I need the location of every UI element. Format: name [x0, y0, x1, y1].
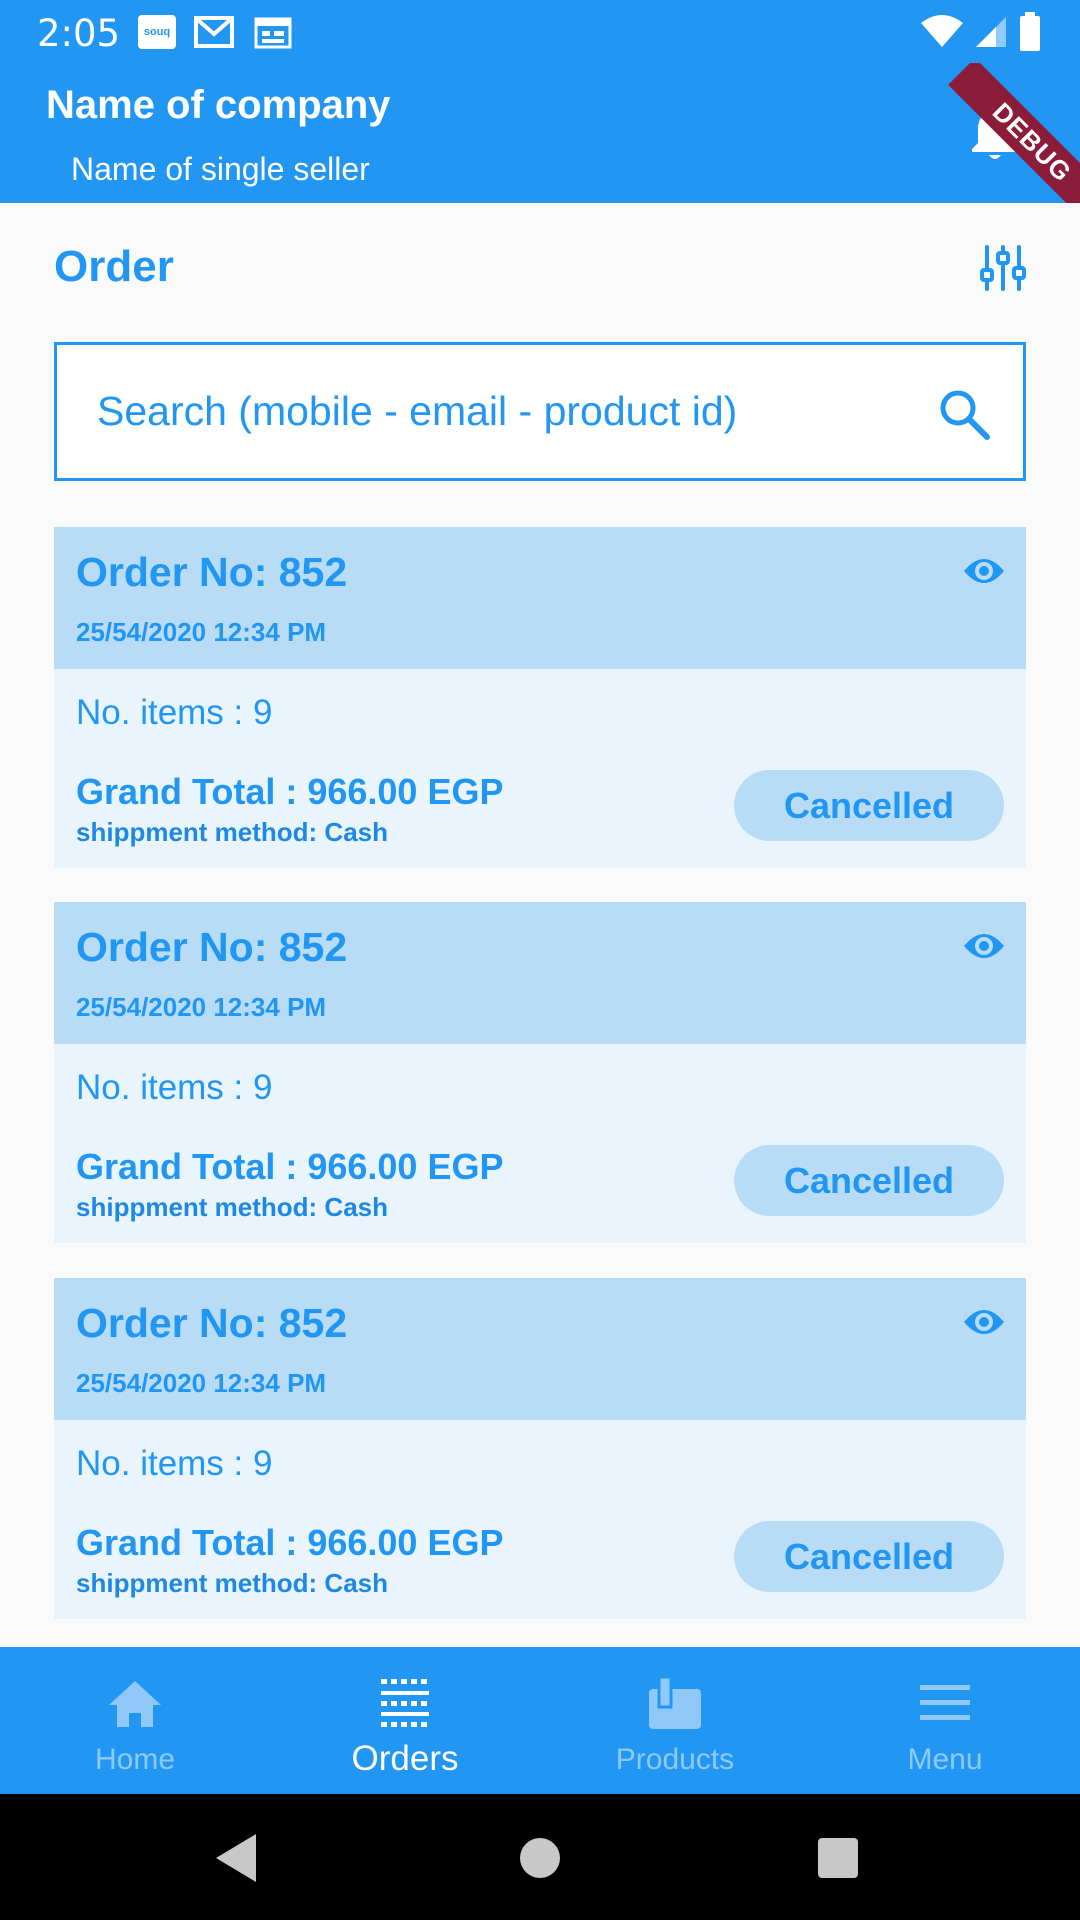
order-number: Order No: 852: [76, 1300, 348, 1346]
status-right-icons: [920, 12, 1042, 52]
grand-total: Grand Total : 966.00 EGP: [76, 771, 504, 812]
order-card: Order No: 852 25/54/2020 12:34 PM No. it…: [54, 902, 1026, 1243]
items-count: No. items : 9: [76, 1068, 273, 1107]
filter-icon[interactable]: [979, 244, 1027, 292]
grand-total: Grand Total : 966.00 EGP: [76, 1146, 504, 1187]
system-nav-bar: [0, 1794, 1080, 1920]
search-icon[interactable]: [937, 387, 991, 441]
debug-banner: DEBUG: [948, 63, 1080, 203]
app-bar: Name of company Name of single seller DE…: [0, 63, 1080, 203]
view-eye-icon[interactable]: [962, 1304, 1006, 1340]
shipment-method: shippment method: Cash: [76, 1192, 389, 1222]
nav-item-menu[interactable]: Menu: [810, 1647, 1080, 1794]
search-box: [54, 342, 1026, 481]
grand-total: Grand Total : 966.00 EGP: [76, 1522, 504, 1563]
order-card-body: No. items : 9 Grand Total : 966.00 EGP s…: [54, 1044, 1026, 1243]
search-input[interactable]: [97, 345, 917, 478]
view-eye-icon[interactable]: [962, 928, 1006, 964]
view-eye-icon[interactable]: [962, 553, 1006, 589]
nav-label-home: Home: [94, 1743, 176, 1776]
shipment-method: shippment method: Cash: [76, 1568, 389, 1598]
company-name: Name of company: [46, 83, 391, 127]
page-title: Order: [54, 242, 174, 291]
status-badge[interactable]: Cancelled: [734, 1145, 1004, 1216]
home-circle-icon[interactable]: [510, 1828, 570, 1888]
nav-label-orders: Orders: [351, 1739, 459, 1778]
nav-label-menu: Menu: [907, 1743, 983, 1776]
nav-item-orders[interactable]: Orders: [270, 1647, 540, 1794]
nav-item-products[interactable]: Products: [540, 1647, 810, 1794]
items-count: No. items : 9: [76, 1444, 273, 1483]
shipment-method: shippment method: Cash: [76, 817, 389, 847]
gmail-icon: [194, 16, 234, 48]
signal-icon: [976, 17, 1006, 47]
status-badge[interactable]: Cancelled: [734, 1521, 1004, 1592]
order-card-header: Order No: 852 25/54/2020 12:34 PM: [54, 902, 1026, 1044]
battery-icon: [1020, 12, 1040, 51]
order-card-header: Order No: 852 25/54/2020 12:34 PM: [54, 527, 1026, 669]
back-icon[interactable]: [208, 1828, 268, 1888]
wifi-icon: [921, 15, 963, 47]
calendar-icon: [254, 17, 292, 49]
order-card: Order No: 852 25/54/2020 12:34 PM No. it…: [54, 527, 1026, 868]
home-icon: [109, 1681, 161, 1727]
products-icon: [649, 1675, 701, 1729]
bottom-nav: Home Orders Products Menu: [0, 1647, 1080, 1794]
menu-icon: [920, 1685, 970, 1720]
order-number: Order No: 852: [76, 549, 348, 595]
items-count: No. items : 9: [76, 693, 273, 732]
order-card-body: No. items : 9 Grand Total : 966.00 EGP s…: [54, 669, 1026, 868]
order-card-body: No. items : 9 Grand Total : 966.00 EGP s…: [54, 1420, 1026, 1619]
souq-logo-text: souq: [144, 26, 170, 38]
order-card-header: Order No: 852 25/54/2020 12:34 PM: [54, 1278, 1026, 1420]
order-card: Order No: 852 25/54/2020 12:34 PM No. it…: [54, 1278, 1026, 1619]
status-time: 2:05: [37, 12, 121, 55]
souq-icon: souq: [138, 15, 176, 49]
status-badge[interactable]: Cancelled: [734, 770, 1004, 841]
nav-label-products: Products: [615, 1743, 735, 1776]
nav-item-home[interactable]: Home: [0, 1647, 270, 1794]
orders-icon: [381, 1679, 429, 1727]
order-date: 25/54/2020 12:34 PM: [76, 617, 327, 647]
order-number: Order No: 852: [76, 924, 348, 970]
seller-name: Name of single seller: [71, 151, 370, 187]
status-bar: 2:05 souq: [0, 0, 1080, 63]
order-date: 25/54/2020 12:34 PM: [76, 1368, 327, 1398]
recents-square-icon[interactable]: [808, 1828, 868, 1888]
order-date: 25/54/2020 12:34 PM: [76, 992, 327, 1022]
